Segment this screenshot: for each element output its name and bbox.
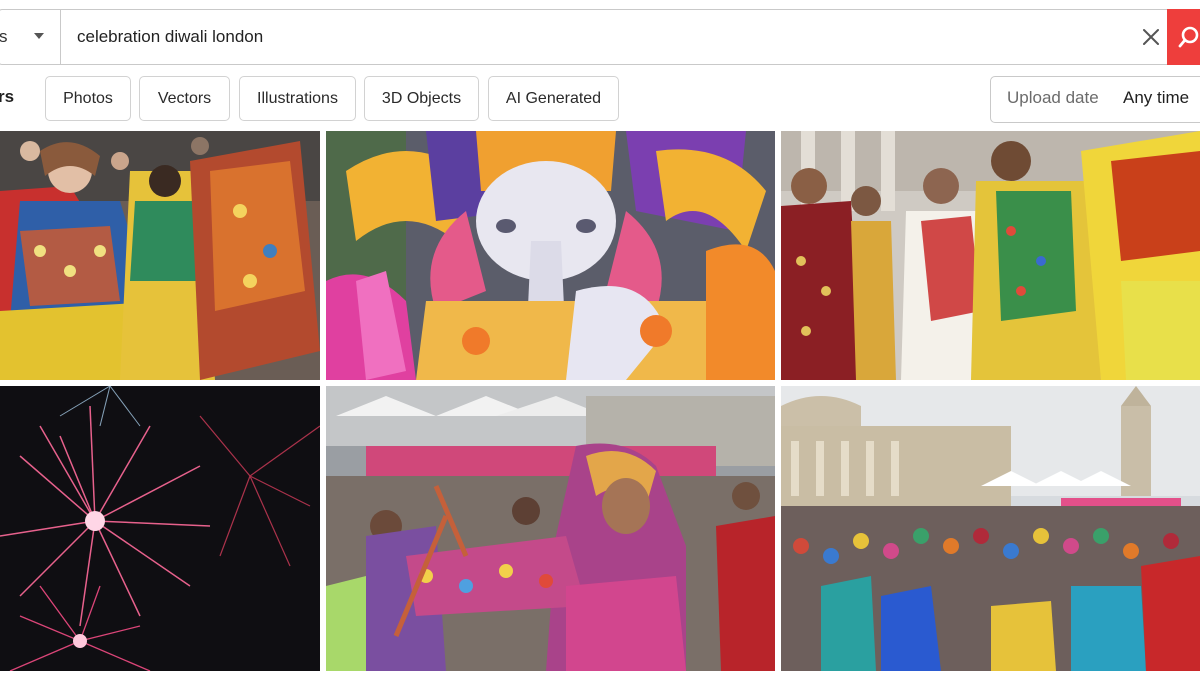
chip-3d-objects[interactable]: 3D Objects <box>364 76 479 121</box>
chevron-down-icon <box>34 33 44 39</box>
asset-type-value: s <box>0 27 8 46</box>
result-image-group[interactable] <box>781 131 1200 380</box>
upload-date-select[interactable]: Upload date Any time <box>990 76 1200 123</box>
asset-type-select[interactable]: s <box>0 10 61 64</box>
image-crowd-graphic <box>781 386 1200 671</box>
chip-ai-generated[interactable]: AI Generated <box>488 76 619 121</box>
result-image-dandiya-dancer[interactable] <box>326 386 775 671</box>
chip-vectors[interactable]: Vectors <box>139 76 230 121</box>
upload-date-value: Any time <box>1123 88 1190 107</box>
filters-label[interactable]: rs <box>0 87 14 107</box>
image-fireworks-graphic <box>0 386 320 671</box>
result-image-dancers[interactable] <box>0 131 320 380</box>
close-icon <box>1143 29 1159 45</box>
clear-search-button[interactable] <box>1139 25 1163 49</box>
stock-search-page: s rs Photos Vectors Illustrations 3D Obj… <box>0 0 1200 675</box>
image-group-graphic <box>781 131 1200 380</box>
search-submit-button[interactable] <box>1167 9 1200 65</box>
upload-date-label: Upload date <box>1007 88 1099 107</box>
result-image-fireworks[interactable] <box>0 386 320 671</box>
image-dancers-graphic <box>0 131 320 380</box>
result-image-ganesha[interactable] <box>326 131 775 380</box>
image-ganesha-graphic <box>326 131 775 380</box>
search-icon <box>1178 26 1199 48</box>
chip-photos[interactable]: Photos <box>45 76 131 121</box>
chip-illustrations[interactable]: Illustrations <box>239 76 356 121</box>
result-image-trafalgar-crowd[interactable] <box>781 386 1200 671</box>
image-dandiya-graphic <box>326 386 775 671</box>
search-input[interactable] <box>77 10 1127 64</box>
search-bar: s <box>0 9 1200 65</box>
